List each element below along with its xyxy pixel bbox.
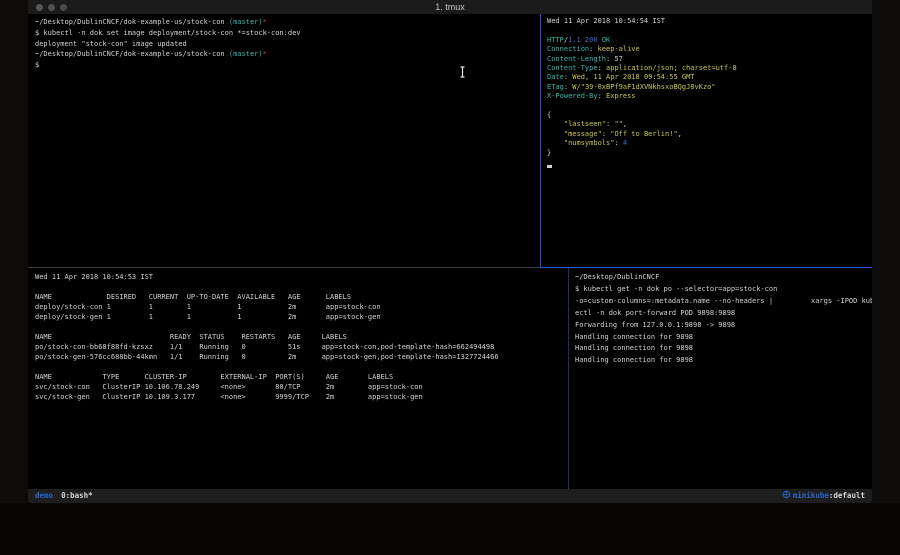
terminal-line: Date: Wed, 11 Apr 2018 09:54:55 GMT (547, 73, 872, 82)
terminal-line: Handling connection for 9898 (575, 355, 872, 367)
terminal-line: Content-Length: 57 (547, 55, 872, 64)
desktop-lower-strip (0, 503, 900, 555)
pane-divider-horizontal-left[interactable] (28, 267, 540, 268)
terminal-line: svc/stock-gen ClusterIP 10.109.3.177 <no… (35, 392, 575, 402)
kube-namespace: :default (829, 491, 865, 500)
terminal-line (35, 362, 575, 372)
terminal-line: deploy/stock-con 1 1 1 1 2m app=stock-co… (35, 302, 575, 312)
terminal-line: "lastseen": "", (547, 120, 872, 129)
terminal-line: ~/Desktop/DublinCNCF (575, 272, 872, 284)
terminal-line: NAME TYPE CLUSTER-IP EXTERNAL-IP PORT(S)… (35, 372, 575, 382)
terminal-line: ~/Desktop/DublinCNCF/dok-example-us/stoc… (35, 17, 547, 28)
terminal-line (547, 158, 872, 167)
terminal-line: ~/Desktop/DublinCNCF/dok-example-us/stoc… (35, 49, 547, 60)
terminal-line: X-Powered-By: Express (547, 92, 872, 101)
minimize-button[interactable] (48, 4, 55, 11)
zoom-button[interactable] (60, 4, 67, 11)
pane-top-right-http-response[interactable]: Wed 11 Apr 2018 10:54:54 IST HTTP/1.1 20… (541, 14, 872, 270)
terminal-line: po/stock-gen-576cc688bb-44kmn 1/1 Runnin… (35, 352, 575, 362)
desktop-background: { "window": { "title": "1. tmux" }, "col… (0, 0, 900, 555)
terminal-line: Handling connection for 9898 (575, 332, 872, 344)
terminal-line: "numsymbols": 4 (547, 139, 872, 148)
close-button[interactable] (36, 4, 43, 11)
terminal-line: NAME DESIRED CURRENT UP-TO-DATE AVAILABL… (35, 292, 575, 302)
terminal-line (35, 282, 575, 292)
terminal-line: { (547, 111, 872, 120)
terminal-line: deploy/stock-gen 1 1 1 1 2m app=stock-ge… (35, 312, 575, 322)
terminal-line: Connection: keep-alive (547, 45, 872, 54)
terminal-line: svc/stock-con ClusterIP 10.106.78.249 <n… (35, 382, 575, 392)
pane-top-left-shell[interactable]: ~/Desktop/DublinCNCF/dok-example-us/stoc… (28, 14, 547, 270)
pane-divider-horizontal-right[interactable] (540, 267, 872, 268)
terminal-line (547, 102, 872, 111)
kube-status: minikube:default (782, 489, 865, 503)
pane-divider-vertical-bottom[interactable] (568, 268, 569, 489)
terminal-line: Wed 11 Apr 2018 10:54:53 IST (35, 272, 575, 282)
mouse-ibeam-cursor (459, 66, 466, 78)
terminal-line (35, 322, 575, 332)
session-name: demo (35, 491, 53, 500)
kubernetes-wheel-icon (782, 490, 791, 499)
pane-bottom-left-kubectl-tables[interactable]: Wed 11 Apr 2018 10:54:53 IST NAME DESIRE… (28, 268, 575, 493)
terminal-line: Wed 11 Apr 2018 10:54:54 IST (547, 17, 872, 26)
terminal-line: deployment "stock-con" image updated (35, 39, 547, 50)
terminal-line: HTTP/1.1 200 OK (547, 36, 872, 45)
window-title: 1. tmux (28, 0, 872, 14)
pane-bottom-right-port-forward[interactable]: ~/Desktop/DublinCNCF$ kubectl get -n dok… (569, 268, 872, 493)
kube-context: minikube (793, 491, 829, 500)
terminal-line: $ kubectl -n dok set image deployment/st… (35, 28, 547, 39)
terminal-line: } (547, 149, 872, 158)
terminal-line: Content-Type: application/json; charset=… (547, 64, 872, 73)
window-tab-bash[interactable]: 0:bash* (61, 491, 93, 500)
terminal-line: $ (35, 60, 547, 71)
terminal-window: 1. tmux ~/Desktop/DublinCNCF/dok-example… (28, 0, 872, 503)
terminal-line: ectl -n dok port-forward POD 9898:9898 (575, 308, 872, 320)
terminal-line: ETag: W/"39-0xBPf9aF1dXVNkhsxoBQgJ8vKzo" (547, 83, 872, 92)
terminal-cursor (547, 165, 552, 168)
terminal-line: Handling connection for 9898 (575, 343, 872, 355)
terminal-line: po/stock-con-bb68f88fd-kzsxz 1/1 Running… (35, 342, 575, 352)
window-titlebar[interactable]: 1. tmux (28, 0, 872, 15)
terminal-line: "message": "Off to Berlin!", (547, 130, 872, 139)
tmux-status-bar: demo 0:bash* minikube:default (28, 489, 872, 503)
terminal-line: -o=custom-columns=:metadata.name --no-he… (575, 296, 872, 308)
status-left: demo 0:bash* (35, 489, 93, 503)
terminal-line: NAME READY STATUS RESTARTS AGE LABELS (35, 332, 575, 342)
pane-divider-vertical-top[interactable] (540, 14, 541, 267)
terminal-line (547, 26, 872, 35)
terminal-line: $ kubectl get -n dok po --selector=app=s… (575, 284, 872, 296)
terminal-line: Forwarding from 127.0.0.1:9898 -> 9898 (575, 320, 872, 332)
